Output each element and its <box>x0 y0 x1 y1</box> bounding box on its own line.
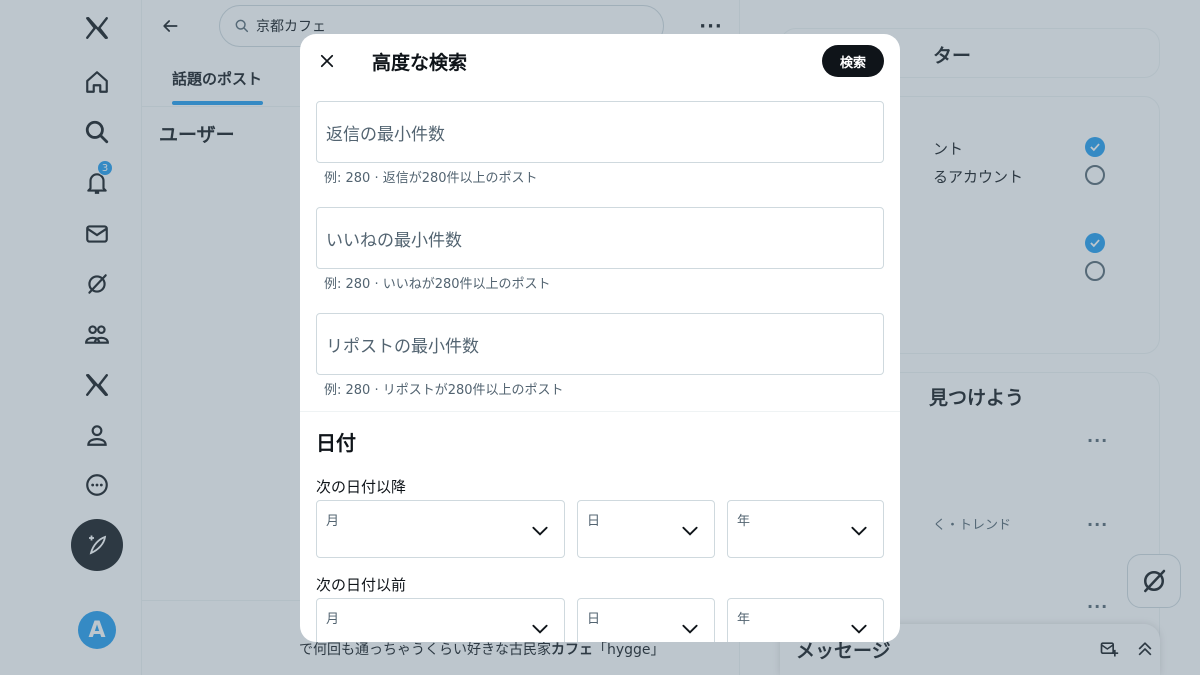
select-label: 月 <box>326 514 340 529</box>
chevron-down-icon <box>851 624 867 634</box>
chevron-down-icon <box>682 526 698 536</box>
min-replies-field[interactable]: 返信の最小件数 <box>316 101 884 163</box>
until-year-select[interactable]: 年 <box>727 598 884 642</box>
min-likes-field[interactable]: いいねの最小件数 <box>316 207 884 269</box>
advanced-search-dialog: 高度な検索 検索 返信の最小件数 例: 280 · 返信が280件以上のポスト … <box>300 34 900 642</box>
select-label: 日 <box>587 612 601 627</box>
field-hint: 例: 280 · 返信が280件以上のポスト <box>324 171 538 186</box>
select-label: 月 <box>326 612 340 627</box>
until-month-select[interactable]: 月 <box>316 598 565 642</box>
chevron-down-icon <box>532 624 548 634</box>
field-hint: 例: 280 · いいねが280件以上のポスト <box>324 277 551 292</box>
chevron-down-icon <box>682 624 698 634</box>
select-label: 日 <box>587 514 601 529</box>
divider <box>300 411 900 412</box>
chevron-down-icon <box>851 526 867 536</box>
dialog-title: 高度な検索 <box>372 52 468 74</box>
chevron-down-icon <box>532 526 548 536</box>
since-year-select[interactable]: 年 <box>727 500 884 558</box>
select-label: 年 <box>737 612 751 627</box>
close-icon[interactable] <box>314 48 340 74</box>
since-date-label: 次の日付以降 <box>316 478 407 496</box>
until-day-select[interactable]: 日 <box>577 598 715 642</box>
min-reposts-field[interactable]: リポストの最小件数 <box>316 313 884 375</box>
field-label: いいねの最小件数 <box>326 231 462 251</box>
field-label: リポストの最小件数 <box>326 337 479 357</box>
since-day-select[interactable]: 日 <box>577 500 715 558</box>
select-label: 年 <box>737 514 751 529</box>
until-date-label: 次の日付以前 <box>316 576 407 594</box>
date-section-heading: 日付 <box>316 431 356 455</box>
field-hint: 例: 280 · リポストが280件以上のポスト <box>324 383 564 398</box>
search-button[interactable]: 検索 <box>822 45 884 77</box>
since-month-select[interactable]: 月 <box>316 500 565 558</box>
field-label: 返信の最小件数 <box>326 125 445 145</box>
